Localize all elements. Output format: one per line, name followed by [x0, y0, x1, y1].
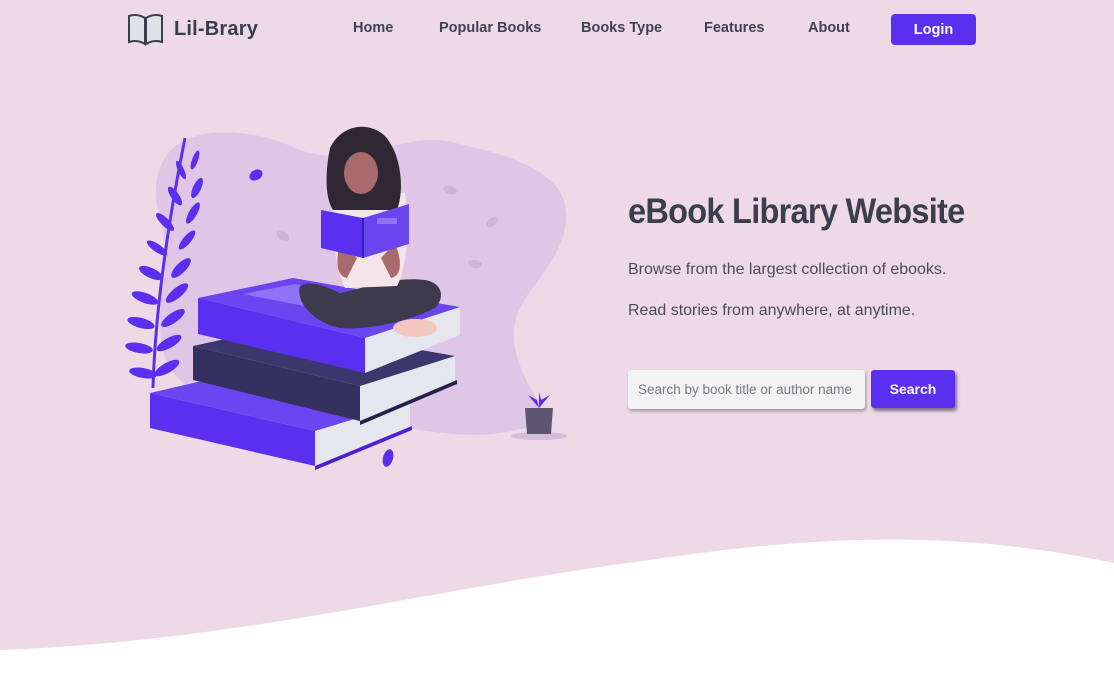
- hero-title: eBook Library Website: [628, 192, 965, 231]
- search-input[interactable]: [628, 370, 865, 409]
- login-button[interactable]: Login: [891, 14, 976, 45]
- nav-link-home[interactable]: Home: [353, 20, 393, 36]
- nav-link-popular-books[interactable]: Popular Books: [439, 20, 541, 36]
- open-book-icon: [128, 13, 163, 46]
- hero-subtitle-line-1: Browse from the largest collection of eb…: [628, 261, 947, 278]
- nav-link-books-type[interactable]: Books Type: [581, 20, 662, 36]
- nav-link-about[interactable]: About: [808, 20, 850, 36]
- nav-link-features[interactable]: Features: [704, 20, 764, 36]
- floating-leaf: [382, 449, 394, 467]
- reading-illustration: [125, 126, 567, 470]
- hero-subtitle-line-2: Read stories from anywhere, at anytime.: [628, 302, 916, 319]
- brand-name: Lil-Brary: [174, 17, 259, 40]
- navbar: Lil-Brary Home Popular Books Books Type …: [0, 0, 1114, 58]
- brand-logo[interactable]: Lil-Brary: [127, 12, 258, 46]
- search-button[interactable]: Search: [871, 370, 955, 408]
